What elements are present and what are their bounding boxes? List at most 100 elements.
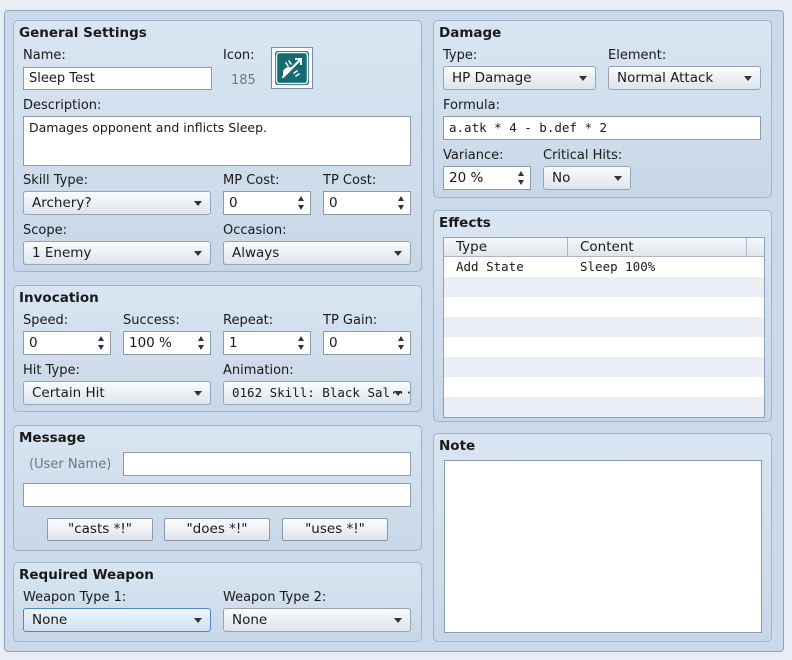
hit-type-label: Hit Type: [23,363,80,378]
table-row-empty[interactable] [444,297,764,317]
effects-panel: Effects Type Content Add State Sleep 100… [433,210,772,422]
formula-input[interactable]: a.atk * 4 - b.def * 2 [443,116,761,140]
uses-button[interactable]: "uses *!" [282,518,388,541]
damage-panel: Damage Type: HP Damage Element: Normal A… [433,20,772,198]
spin-down-icon[interactable] [298,205,304,210]
skill-type-value: Archery? [32,195,92,211]
chevron-down-icon [579,76,587,81]
spin-up-icon[interactable] [198,336,204,341]
chevron-down-icon [194,391,202,396]
spin-down-icon[interactable] [398,345,404,350]
table-row-empty[interactable] [444,317,764,337]
critical-hits-label: Critical Hits: [543,148,623,163]
column-divider [746,238,747,256]
message-panel: Message (User Name) "casts *!" "does *!"… [13,425,422,551]
description-input[interactable]: Damages opponent and inflicts Sleep. [23,116,411,166]
chevron-down-icon [394,391,402,396]
mp-cost-label: MP Cost: [223,173,280,188]
spin-up-icon[interactable] [298,336,304,341]
spin-down-icon[interactable] [198,345,204,350]
formula-label: Formula: [443,98,500,113]
scope-label: Scope: [23,223,67,238]
repeat-spinner[interactable]: 1 [223,331,311,355]
spin-up-icon[interactable] [518,171,524,176]
tp-gain-spinner[interactable]: 0 [323,331,411,355]
critical-hits-select[interactable]: No [543,166,631,190]
element-label: Element: [608,48,667,63]
column-header-content[interactable]: Content [580,239,634,255]
note-panel: Note [433,433,772,642]
success-value: 100 % [129,335,172,351]
spin-up-icon[interactable] [398,196,404,201]
note-title: Note [439,438,476,454]
skill-type-select[interactable]: Archery? [23,191,211,215]
chevron-down-icon [744,76,752,81]
hit-type-value: Certain Hit [32,385,105,401]
table-row-empty[interactable] [444,357,764,377]
speed-label: Speed: [23,313,69,328]
spin-down-icon[interactable] [298,345,304,350]
icon-index: 185 [231,73,256,88]
table-row-empty[interactable] [444,277,764,297]
message-line1-input[interactable] [123,452,411,476]
animation-value: 0162 Skill: Black Sal··· [232,385,411,400]
table-row[interactable]: Add State Sleep 100% [444,257,764,277]
spin-up-icon[interactable] [298,196,304,201]
name-input[interactable]: Sleep Test [23,67,212,90]
chevron-down-icon [194,201,202,206]
spin-up-icon[interactable] [98,336,104,341]
skill-type-label: Skill Type: [23,173,88,188]
success-spinner[interactable]: 100 % [123,331,211,355]
description-label: Description: [23,98,102,113]
tp-cost-value: 0 [329,195,338,211]
chevron-down-icon [614,176,622,181]
general-settings-panel: General Settings Name: Sleep Test Icon: … [13,20,422,272]
table-row-empty[interactable] [444,377,764,397]
weapon-type-1-value: None [32,612,68,628]
invocation-panel: Invocation Speed: 0 Success: 100 % Repea… [13,285,422,412]
weapon-type-2-select[interactable]: None [223,608,411,632]
spin-down-icon[interactable] [518,180,524,185]
scope-select[interactable]: 1 Enemy [23,241,211,265]
element-select[interactable]: Normal Attack [608,66,761,90]
success-label: Success: [123,313,180,328]
chevron-down-icon [394,251,402,256]
icon-label: Icon: [223,48,255,63]
damage-type-value: HP Damage [452,70,532,86]
casts-button[interactable]: "casts *!" [47,518,153,541]
occasion-select[interactable]: Always [223,241,411,265]
spin-down-icon[interactable] [398,205,404,210]
damage-type-label: Type: [443,48,478,63]
column-header-type[interactable]: Type [456,239,487,255]
message-title: Message [19,430,86,446]
hit-type-select[interactable]: Certain Hit [23,381,211,405]
tp-cost-label: TP Cost: [323,173,377,188]
weapon-type-2-label: Weapon Type 2: [223,590,327,605]
effect-content-cell: Sleep 100% [580,259,656,274]
effects-title: Effects [439,215,491,231]
spin-up-icon[interactable] [398,336,404,341]
tp-cost-spinner[interactable]: 0 [323,191,411,215]
element-value: Normal Attack [617,70,714,86]
note-textarea[interactable] [444,460,762,633]
chevron-down-icon [194,251,202,256]
table-row-empty[interactable] [444,397,764,417]
table-row-empty[interactable] [444,337,764,357]
chevron-down-icon [194,618,202,623]
animation-select[interactable]: 0162 Skill: Black Sal··· [223,381,411,405]
icon-picker[interactable] [271,47,313,89]
weapon-type-1-select[interactable]: None [23,608,211,632]
spin-down-icon[interactable] [98,345,104,350]
variance-spinner[interactable]: 20 % [443,166,531,190]
mp-cost-spinner[interactable]: 0 [223,191,311,215]
message-line2-input[interactable] [23,483,411,507]
user-name-label: (User Name) [29,457,112,472]
invocation-title: Invocation [19,290,99,306]
repeat-label: Repeat: [223,313,274,328]
general-settings-title: General Settings [19,25,147,41]
does-button[interactable]: "does *!" [164,518,270,541]
effects-table[interactable]: Type Content Add State Sleep 100% [443,237,765,418]
required-weapon-panel: Required Weapon Weapon Type 1: None Weap… [13,562,422,642]
damage-type-select[interactable]: HP Damage [443,66,596,90]
speed-spinner[interactable]: 0 [23,331,111,355]
